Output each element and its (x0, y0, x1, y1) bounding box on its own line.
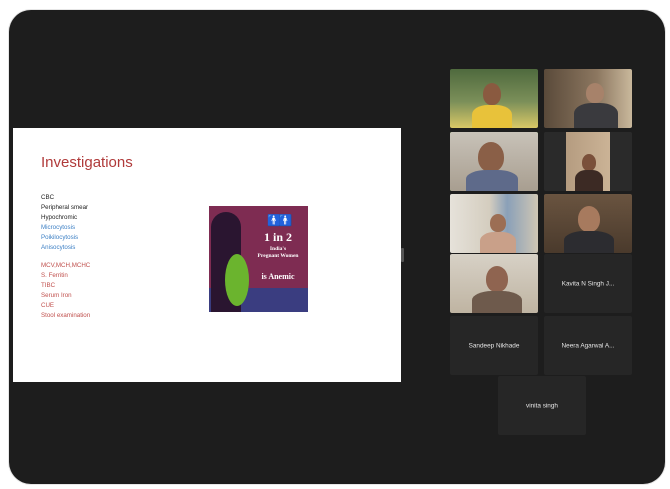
slide-title: Investigations (41, 154, 133, 171)
participant-body (466, 170, 518, 191)
poster-stat: 1 in 2 (263, 230, 292, 244)
participant-video (450, 194, 538, 253)
participant-body (472, 291, 522, 313)
bullet-spacer (41, 252, 90, 261)
participant-tile[interactable] (450, 254, 538, 313)
participant-video (450, 132, 538, 191)
meeting-window: Investigations CBC Peripheral smear Hypo… (9, 10, 665, 484)
bullet-item: Anisocytosis (41, 243, 76, 251)
bullet-item: Serum Iron (41, 292, 72, 300)
participant-video (544, 132, 632, 191)
participant-name: Sandeep Nikhade (468, 342, 520, 349)
participant-head (586, 83, 604, 103)
slide-bullet-list: CBC Peripheral smear Hypochromic Microcy… (41, 193, 90, 321)
participant-tile[interactable] (544, 69, 632, 128)
participant-tile[interactable]: vinita singh (498, 376, 586, 435)
bullet-item: Peripheral smear (41, 203, 89, 211)
participant-head (478, 142, 504, 172)
anemia-poster-image: 🚹🚹 1 in 2 India's Pregnant Women is Anem… (209, 206, 308, 312)
participant-head (582, 154, 596, 171)
participant-video (544, 194, 632, 253)
participant-body (480, 232, 516, 253)
participant-tile[interactable] (450, 132, 538, 191)
bullet-item: Hypochromic (41, 213, 78, 221)
bullet-item: CBC (41, 194, 55, 201)
participant-body (575, 170, 603, 191)
bullet-item: Stool examination (41, 311, 91, 319)
people-icon: 🚹🚹 (267, 215, 292, 227)
participant-tile[interactable]: Sandeep Nikhade (450, 316, 538, 375)
participant-body (564, 231, 614, 253)
participant-tile[interactable] (544, 194, 632, 253)
poster-line: Pregnant Women (257, 252, 299, 259)
poster-belly-highlight (225, 254, 249, 306)
participant-name: Neera Agarwal A... (561, 342, 615, 349)
bullet-item: CUE (41, 302, 55, 310)
participant-name: vinita singh (526, 402, 558, 409)
participant-head (578, 206, 600, 232)
participant-tile[interactable] (450, 69, 538, 128)
participant-video (450, 254, 538, 313)
participant-video (450, 69, 538, 128)
participant-body (472, 105, 512, 128)
bullet-item: TIBC (41, 282, 56, 290)
participant-video (544, 69, 632, 128)
bullet-item: MCV,MCH,MCHC (41, 262, 91, 270)
bullet-item: Microcytosis (41, 223, 76, 231)
shared-slide[interactable]: Investigations CBC Peripheral smear Hypo… (13, 128, 401, 382)
participant-name: Kavita N Singh J... (561, 280, 615, 287)
panel-resize-handle[interactable] (401, 248, 404, 262)
participant-tile[interactable] (544, 132, 632, 191)
poster-line: is Anemic (261, 272, 295, 281)
participant-tile[interactable]: Neera Agarwal A... (544, 316, 632, 375)
participant-tile[interactable]: Kavita N Singh J... (544, 254, 632, 313)
participant-head (483, 83, 501, 105)
poster-subtitle: India's Pregnant Women (249, 246, 307, 259)
participant-body (574, 103, 618, 128)
participant-head (490, 214, 506, 232)
poster-line: India's (269, 246, 287, 252)
bullet-item: S. Ferritin (41, 272, 68, 280)
bullet-item: Poikilocytosis (41, 233, 79, 241)
participant-tile[interactable] (450, 194, 538, 253)
participant-head (486, 266, 508, 292)
